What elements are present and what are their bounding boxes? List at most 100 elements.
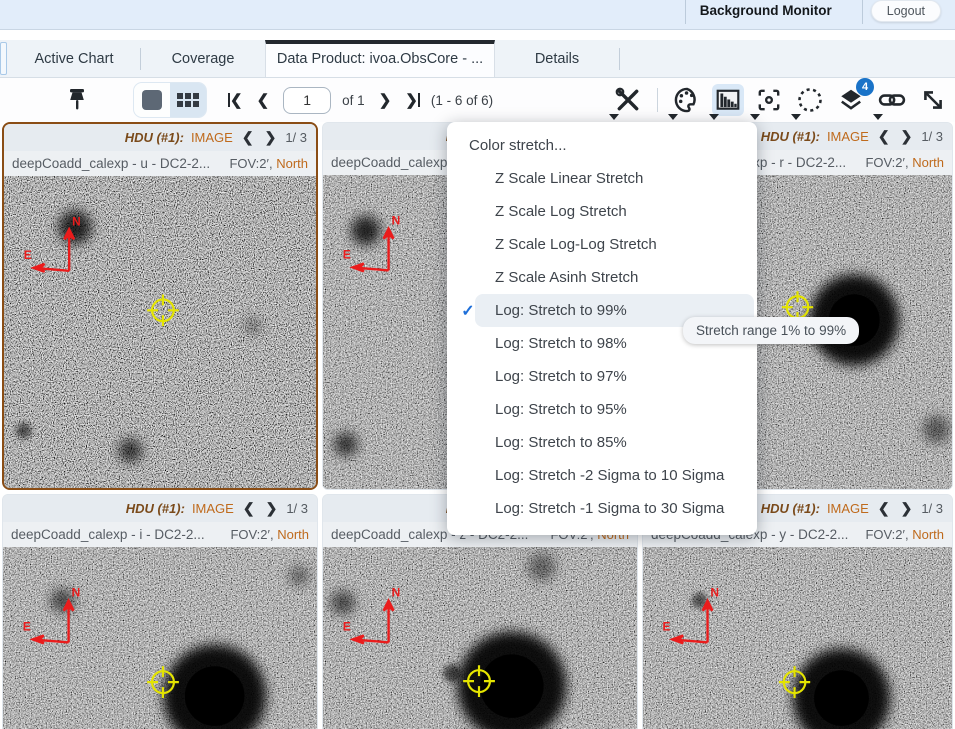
hdu-prev-button[interactable]: ❮ [876,500,892,517]
hdu-prev-button[interactable]: ❮ [241,500,257,517]
dropdown-indicator [750,114,760,120]
menu-item-zscale-asinh[interactable]: ✓ Z Scale Asinh Stretch [447,261,757,294]
color-palette-button[interactable] [671,84,703,116]
toolbar-divider [657,88,658,112]
image-tile-i[interactable]: HDU (#1): IMAGE ❮ ❯ 1/ 3 deepCoadd_calex… [2,494,318,729]
dropdown-indicator [873,114,883,120]
toolbar-right-icons: 4 [612,78,949,122]
stretch-range-tooltip: Stretch range 1% to 99% [683,317,859,344]
orientation-label: North [912,155,944,170]
tools-button[interactable] [612,84,644,116]
hdu-label: HDU (#1): [126,501,185,516]
image-tile-u[interactable]: HDU (#1): IMAGE ❮ ❯ 1/ 3 deepCoadd_calex… [2,122,318,490]
hdu-label: HDU (#1): [761,129,820,144]
orientation-label: North [276,156,308,171]
fits-image-i[interactable] [3,547,317,729]
fits-image-u[interactable] [4,176,316,488]
next-page-icon: ❯ [379,91,392,109]
hdu-page-label: 1/ 3 [285,130,307,145]
pin-icon [66,87,88,113]
tab-data-product[interactable]: Data Product: ivoa.ObsCore - ... [265,40,495,77]
hdu-next-button[interactable]: ❯ [263,129,279,146]
menu-item-zscale-linear[interactable]: ✓ Z Scale Linear Stretch [447,162,757,195]
menu-item-log-97[interactable]: ✓ Log: Stretch to 97% [447,360,757,393]
color-stretch-histogram-icon [715,87,741,113]
grid-view-button[interactable] [170,83,206,117]
topbar-divider [685,0,686,24]
recenter-icon [756,87,782,113]
fov-label: FOV:2′, [865,527,908,542]
wcs-match-button[interactable] [876,84,908,116]
menu-item-zscale-loglog[interactable]: ✓ Z Scale Log-Log Stretch [447,228,757,261]
select-region-button[interactable] [794,84,826,116]
tab-bar: Active Chart Coverage Data Product: ivoa… [0,40,955,78]
hdu-prev-button[interactable]: ❮ [876,128,892,145]
hdu-page-label: 1/ 3 [286,501,308,516]
top-bar: Background Monitor Logout [0,0,955,30]
selection-circle-icon [796,86,824,114]
hdu-next-button[interactable]: ❯ [899,500,915,517]
logout-button[interactable]: Logout [871,0,941,22]
dropdown-indicator [668,114,678,120]
tab-coverage[interactable]: Coverage [141,40,265,77]
pin-button[interactable] [66,87,88,113]
tile-title-bar: deepCoadd_calexp - u - DC2-2... FOV:2′, … [4,151,316,176]
background-monitor-button[interactable]: Background Monitor [700,3,832,18]
topbar-divider [862,0,863,24]
menu-item-log-minus1-30-sigma[interactable]: ✓ Log: Stretch -1 Sigma to 30 Sigma [447,492,757,525]
grid-view-icon [177,93,199,107]
menu-header-color-stretch: Color stretch... [447,128,757,162]
tab-active-chart[interactable]: Active Chart [8,40,140,77]
next-page-button[interactable]: ❯ [379,91,392,109]
check-icon: ✓ [457,301,479,321]
single-view-button[interactable] [134,83,170,117]
tile-title-bar: deepCoadd_calexp - i - DC2-2... FOV:2′, … [3,522,317,547]
tile-title: deepCoadd_calexp - u - DC2-2... [12,156,210,171]
fits-image-y[interactable] [643,547,952,729]
hdu-page-label: 1/ 3 [921,129,943,144]
expand-icon [920,87,946,113]
menu-item-zscale-log[interactable]: ✓ Z Scale Log Stretch [447,195,757,228]
hdu-type-label: IMAGE [827,501,869,516]
page-of-label: of 1 [342,93,365,108]
color-stretch-button[interactable] [712,84,744,116]
fits-image-z[interactable] [323,547,637,729]
fov-label: FOV:2′, [230,527,273,542]
dropdown-indicator [609,114,619,120]
orientation-label: North [912,527,944,542]
orientation-label: North [277,527,309,542]
dropdown-indicator [709,114,719,120]
view-mode-toggle [134,83,206,117]
hdu-next-button[interactable]: ❯ [264,500,280,517]
previous-page-icon: ❮ [257,91,270,109]
fov-label: FOV:2′, [865,155,908,170]
layers-button[interactable]: 4 [835,84,867,116]
hdu-type-label: IMAGE [192,501,234,516]
last-page-icon [418,93,420,107]
fov-label: FOV:2′, [229,156,272,171]
menu-item-log-85[interactable]: ✓ Log: Stretch to 85% [447,426,757,459]
firefly-app: Background Monitor Logout Active Chart C… [0,0,955,729]
page-number-input[interactable] [283,87,331,114]
first-page-button[interactable]: ❮ [228,91,243,109]
previous-page-button[interactable]: ❮ [257,91,270,109]
tile-title: deepCoadd_calexp [331,155,447,170]
tab-details[interactable]: Details [495,40,619,77]
expand-button[interactable] [917,84,949,116]
dropdown-indicator [791,114,801,120]
menu-item-log-minus2-10-sigma[interactable]: ✓ Log: Stretch -2 Sigma to 10 Sigma [447,459,757,492]
menu-item-log-95[interactable]: ✓ Log: Stretch to 95% [447,393,757,426]
hdu-type-label: IMAGE [827,129,869,144]
last-page-button[interactable]: ❯ [405,91,420,109]
layers-count-badge: 4 [856,78,874,96]
tile-hdu-header: HDU (#1): IMAGE ❮ ❯ 1/ 3 [4,124,316,151]
hdu-prev-button[interactable]: ❮ [240,129,256,146]
tab-divider [619,48,620,70]
tools-icon [615,87,641,113]
hdu-next-button[interactable]: ❯ [899,128,915,145]
image-toolbar: ❮ ❮ of 1 ❯ ❯ (1 - 6 of 6) [0,78,955,122]
hdu-type-label: IMAGE [191,130,233,145]
tile-hdu-header: HDU (#1): IMAGE ❮ ❯ 1/ 3 [3,495,317,522]
panel-splitter[interactable] [0,42,7,75]
recenter-button[interactable] [753,84,785,116]
